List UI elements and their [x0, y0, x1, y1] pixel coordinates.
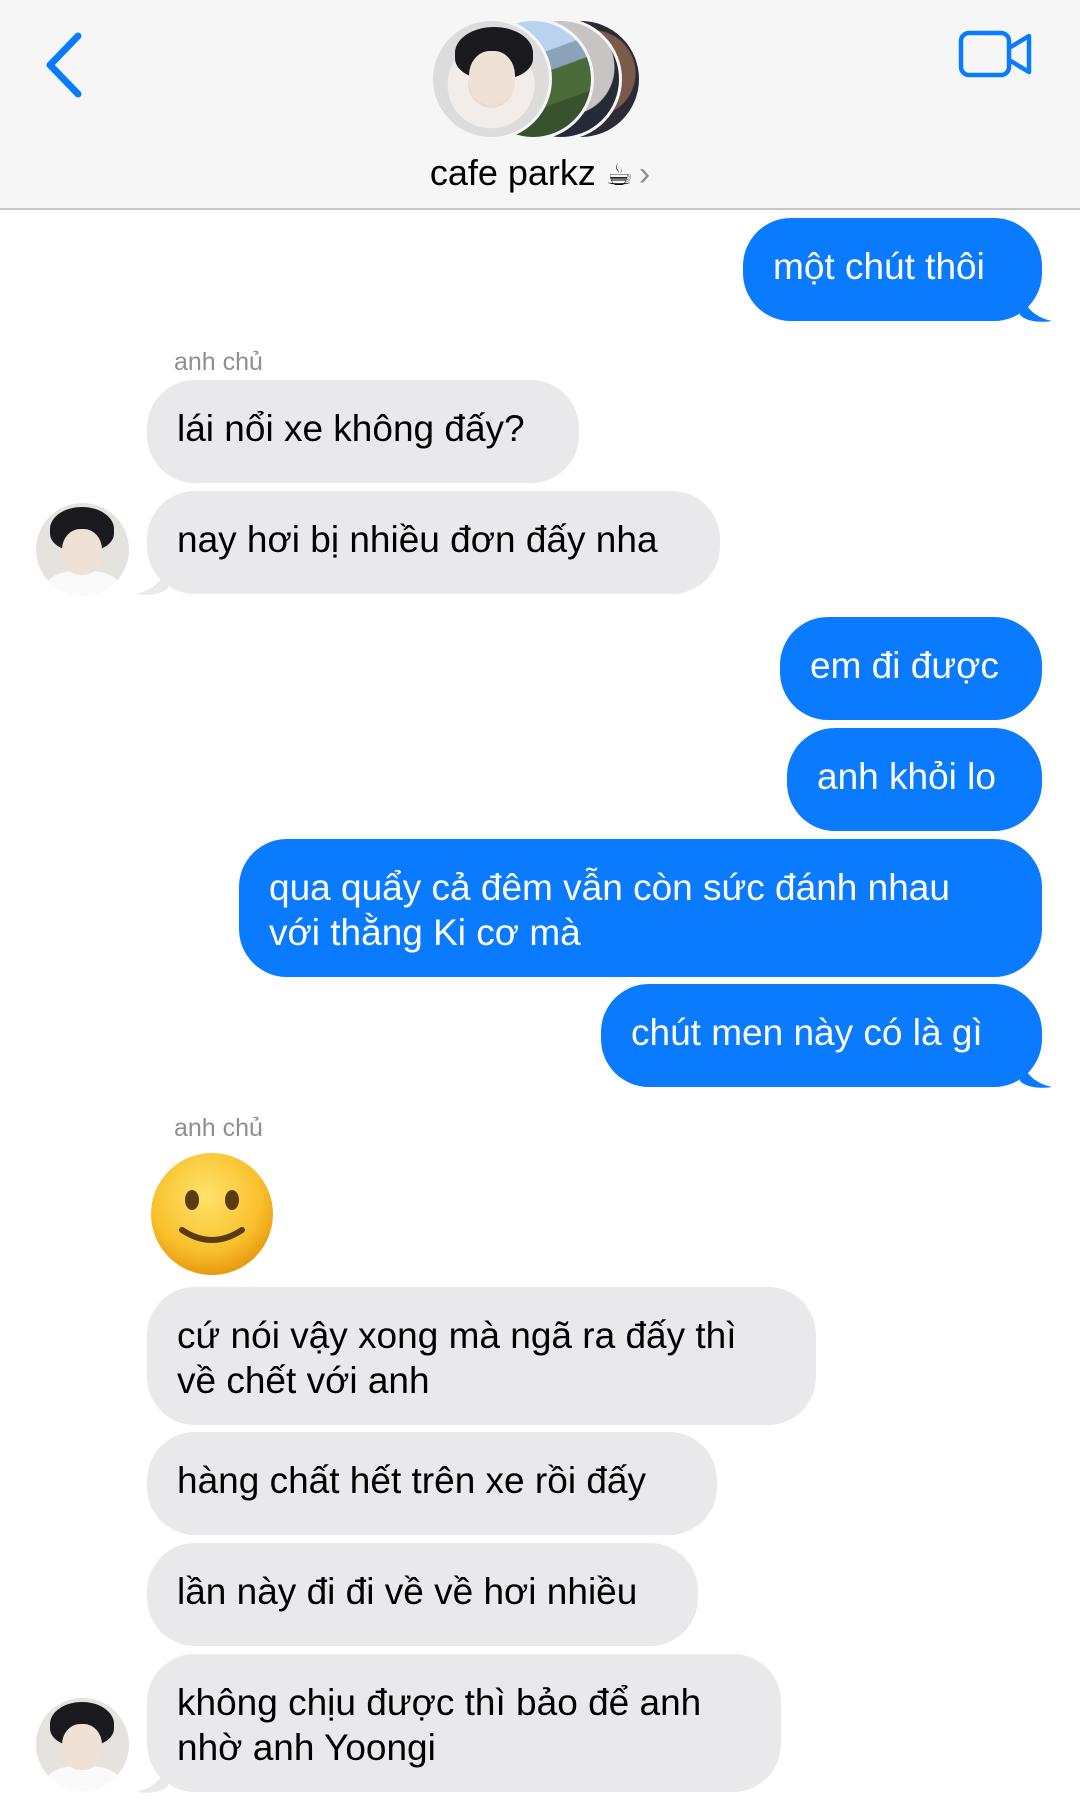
sender-name: anh chủ	[174, 1114, 263, 1142]
group-avatar-stack[interactable]	[430, 18, 650, 140]
chat-title-text: cafe parkz	[429, 152, 596, 193]
incoming-message[interactable]: nay hơi bị nhiều đơn đấy nha	[147, 491, 720, 594]
incoming-message[interactable]: hàng chất hết trên xe rồi đấy	[147, 1432, 717, 1535]
message-text-line: không chịu được thì bảo để anh	[177, 1682, 702, 1723]
outgoing-message[interactable]: qua quẩy cả đêm vẫn còn sức đánh nhau vớ…	[239, 839, 1042, 977]
incoming-message[interactable]: lái nổi xe không đấy?	[147, 380, 579, 483]
message-text: em đi được	[810, 645, 999, 686]
chat-header: cafe parkz ☕ ›	[0, 0, 1080, 210]
chevron-right-icon: ›	[638, 155, 651, 193]
sender-name: anh chủ	[174, 348, 263, 376]
video-camera-icon[interactable]	[958, 28, 1034, 80]
group-member-avatar	[430, 18, 552, 140]
message-text: anh khỏi lo	[817, 756, 996, 797]
slightly-smiling-face-icon[interactable]	[148, 1150, 276, 1278]
outgoing-message[interactable]: một chút thôi	[743, 218, 1042, 321]
back-chevron-icon[interactable]	[40, 30, 94, 100]
bubble-tail	[1020, 289, 1052, 322]
message-text-line: nhờ anh Yoongi	[177, 1727, 436, 1768]
outgoing-message[interactable]: chút men này có là gì	[601, 984, 1042, 1087]
coffee-emoji: ☕	[605, 159, 633, 192]
incoming-message[interactable]: lần này đi đi về về hơi nhiều	[147, 1543, 698, 1646]
message-text-line: qua quẩy cả đêm vẫn còn sức đánh nhau	[269, 867, 950, 908]
message-text-line: về chết với anh	[177, 1360, 430, 1401]
chat-title[interactable]: cafe parkz ☕ ›	[0, 152, 1080, 194]
message-text-line: cứ nói vậy xong mà ngã ra đấy thì	[177, 1315, 737, 1356]
sender-avatar[interactable]	[36, 503, 129, 596]
message-text: lái nổi xe không đấy?	[177, 408, 525, 449]
message-text: nay hơi bị nhiều đơn đấy nha	[177, 519, 658, 560]
incoming-message[interactable]: cứ nói vậy xong mà ngã ra đấy thì về chế…	[147, 1287, 816, 1425]
bubble-tail	[1020, 1055, 1052, 1088]
outgoing-message[interactable]: anh khỏi lo	[787, 728, 1042, 831]
bubble-tail	[136, 562, 168, 595]
message-text: lần này đi đi về về hơi nhiều	[177, 1571, 638, 1612]
bubble-tail	[136, 1760, 168, 1793]
message-text: một chút thôi	[773, 246, 985, 287]
message-text: hàng chất hết trên xe rồi đấy	[177, 1460, 646, 1501]
message-text: chút men này có là gì	[631, 1012, 983, 1053]
incoming-message[interactable]: không chịu được thì bảo để anh nhờ anh Y…	[147, 1654, 781, 1792]
message-text-line: với thằng Ki cơ mà	[269, 912, 581, 953]
outgoing-message[interactable]: em đi được	[780, 617, 1042, 720]
sender-avatar[interactable]	[36, 1698, 129, 1791]
